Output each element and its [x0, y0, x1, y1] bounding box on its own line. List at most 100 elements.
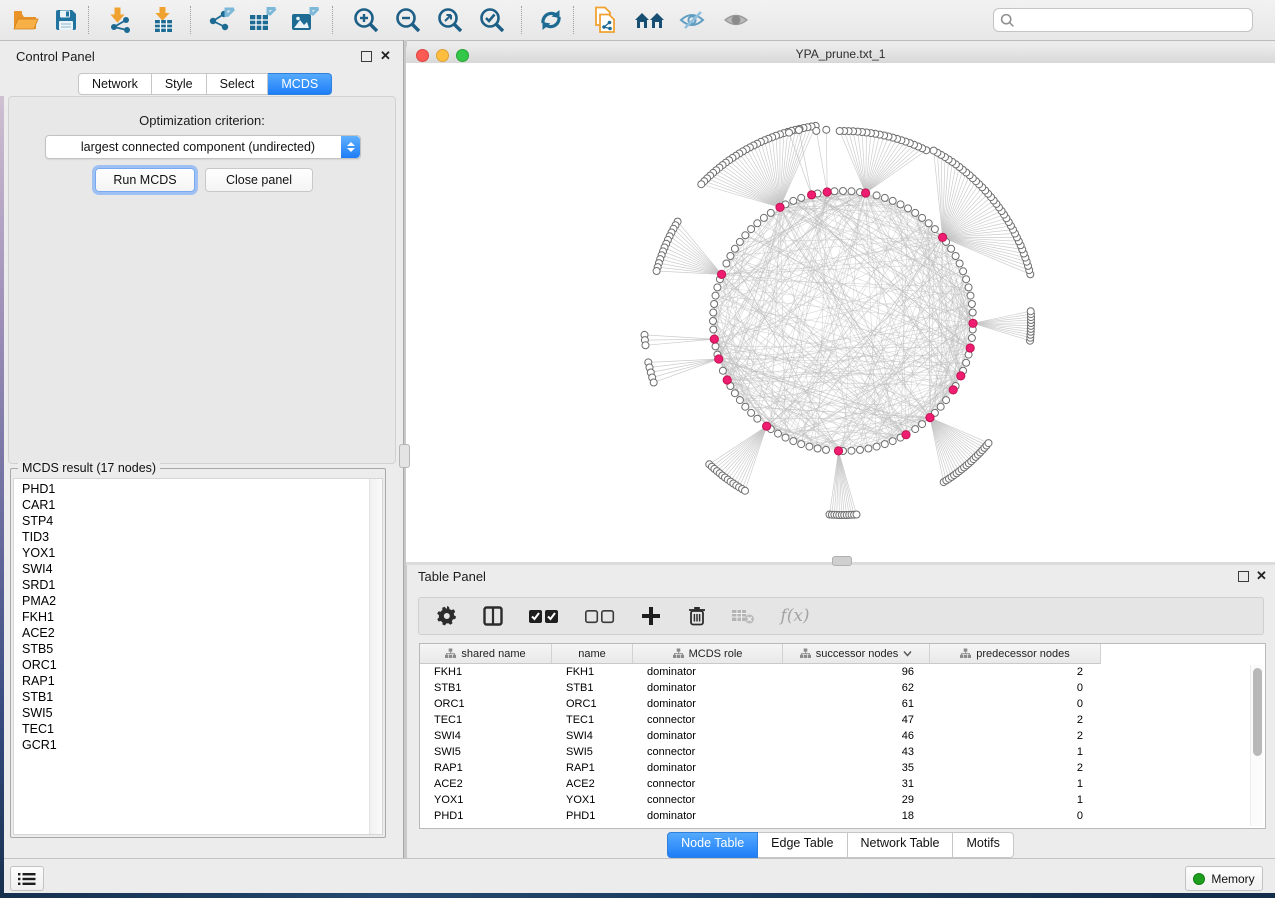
export-image-button[interactable]	[284, 3, 324, 37]
ring-node[interactable]	[931, 226, 938, 233]
dominator-node[interactable]	[776, 203, 784, 211]
export-network-button[interactable]	[201, 3, 241, 37]
table-row[interactable]: STB1STB1dominator620	[420, 680, 1265, 696]
list-item[interactable]: STB1	[14, 689, 382, 705]
vertical-splitter-grip[interactable]	[399, 444, 410, 468]
delete-table-icon[interactable]	[731, 604, 755, 628]
ring-node[interactable]	[897, 201, 904, 208]
memory-button[interactable]: Memory	[1185, 866, 1263, 891]
ring-node[interactable]	[712, 292, 719, 299]
tab-network[interactable]: Network	[78, 73, 152, 95]
zoom-fit-button[interactable]	[430, 3, 470, 37]
dominator-node[interactable]	[710, 335, 718, 343]
ring-node[interactable]	[965, 284, 972, 291]
leaf-node[interactable]	[985, 440, 992, 447]
ring-node[interactable]	[960, 268, 967, 275]
dominator-node[interactable]	[718, 270, 726, 278]
tab-style[interactable]: Style	[152, 73, 207, 95]
leaf-node[interactable]	[823, 126, 830, 133]
ring-node[interactable]	[712, 343, 719, 350]
column-header-predecessor-nodes[interactable]: predecessor nodes	[930, 644, 1101, 663]
leaf-node[interactable]	[642, 342, 649, 349]
optimization-criterion-select[interactable]: largest connected component (undirected)	[45, 135, 361, 159]
tab-motifs[interactable]: Motifs	[953, 832, 1013, 858]
dominator-node[interactable]	[862, 189, 870, 197]
ring-node[interactable]	[969, 309, 976, 316]
float-panel-icon[interactable]	[361, 51, 372, 62]
leaf-node[interactable]	[930, 147, 937, 154]
ring-node[interactable]	[831, 188, 838, 195]
list-item[interactable]: PMA2	[14, 593, 382, 609]
network-graph[interactable]	[406, 63, 1275, 562]
ring-node[interactable]	[948, 245, 955, 252]
ring-node[interactable]	[760, 214, 767, 221]
leaf-node[interactable]	[1027, 308, 1034, 315]
horizontal-splitter-grip[interactable]	[832, 556, 852, 566]
ring-node[interactable]	[748, 409, 755, 416]
ring-node[interactable]	[775, 430, 782, 437]
float-table-panel-icon[interactable]	[1238, 571, 1249, 582]
leaf-node[interactable]	[698, 181, 705, 188]
ring-node[interactable]	[723, 260, 730, 267]
network-window-titlebar[interactable]: YPA_prune.txt_1	[406, 45, 1275, 64]
ring-node[interactable]	[963, 359, 970, 366]
table-scrollbar[interactable]	[1250, 665, 1263, 826]
list-item[interactable]: ACE2	[14, 625, 382, 641]
list-item[interactable]: RAP1	[14, 673, 382, 689]
dominator-node[interactable]	[715, 355, 723, 363]
ring-node[interactable]	[952, 253, 959, 260]
deselect-all-icon[interactable]	[583, 604, 617, 628]
ring-node[interactable]	[889, 438, 896, 445]
show-columns-icon[interactable]	[481, 604, 505, 628]
task-history-button[interactable]	[10, 866, 44, 891]
column-header-MCDS-role[interactable]: MCDS role	[633, 644, 783, 663]
leaf-node[interactable]	[653, 268, 660, 275]
zoom-out-button[interactable]	[388, 3, 428, 37]
ring-node[interactable]	[767, 209, 774, 216]
ring-node[interactable]	[798, 194, 805, 201]
ring-node[interactable]	[782, 434, 789, 441]
ring-node[interactable]	[719, 367, 726, 374]
dominator-node[interactable]	[808, 191, 816, 199]
list-item[interactable]: FKH1	[14, 609, 382, 625]
ring-node[interactable]	[919, 214, 926, 221]
list-item[interactable]: SRD1	[14, 577, 382, 593]
ring-node[interactable]	[731, 390, 738, 397]
dominator-node[interactable]	[834, 447, 842, 455]
list-item[interactable]: YOX1	[14, 545, 382, 561]
dominator-node[interactable]	[949, 386, 957, 394]
search-field[interactable]	[993, 8, 1253, 32]
ring-node[interactable]	[967, 292, 974, 299]
list-scrollbar[interactable]	[369, 479, 382, 834]
ring-node[interactable]	[814, 445, 821, 452]
ring-node[interactable]	[937, 403, 944, 410]
list-item[interactable]: SWI5	[14, 705, 382, 721]
select-all-icon[interactable]	[527, 604, 561, 628]
ring-node[interactable]	[711, 301, 718, 308]
refresh-button[interactable]	[531, 3, 571, 37]
ring-node[interactable]	[848, 447, 855, 454]
duplicate-network-button[interactable]	[585, 3, 625, 37]
tab-mcds[interactable]: MCDS	[268, 73, 332, 95]
dominator-node[interactable]	[926, 414, 934, 422]
list-item[interactable]: STP4	[14, 513, 382, 529]
list-item[interactable]: STB5	[14, 641, 382, 657]
ring-node[interactable]	[710, 326, 717, 333]
ring-node[interactable]	[905, 205, 912, 212]
table-row[interactable]: RAP1RAP1dominator352	[420, 760, 1265, 776]
mcds-result-list[interactable]: PHD1CAR1STP4TID3YOX1SWI4SRD1PMA2FKH1ACE2…	[13, 478, 383, 835]
column-header-successor-nodes[interactable]: successor nodes	[783, 644, 930, 663]
first-neighbors-button[interactable]	[630, 3, 670, 37]
close-table-panel-icon[interactable]: ✕	[1256, 571, 1267, 581]
ring-node[interactable]	[848, 188, 855, 195]
list-item[interactable]: SWI4	[14, 561, 382, 577]
ring-node[interactable]	[742, 232, 749, 239]
ring-node[interactable]	[748, 226, 755, 233]
dominator-node[interactable]	[966, 344, 974, 352]
close-panel-icon[interactable]: ✕	[380, 51, 391, 61]
ring-node[interactable]	[956, 260, 963, 267]
ring-node[interactable]	[968, 301, 975, 308]
show-all-button[interactable]	[717, 3, 757, 37]
table-row[interactable]: SWI5SWI5connector431	[420, 744, 1265, 760]
import-network-button[interactable]	[100, 3, 140, 37]
